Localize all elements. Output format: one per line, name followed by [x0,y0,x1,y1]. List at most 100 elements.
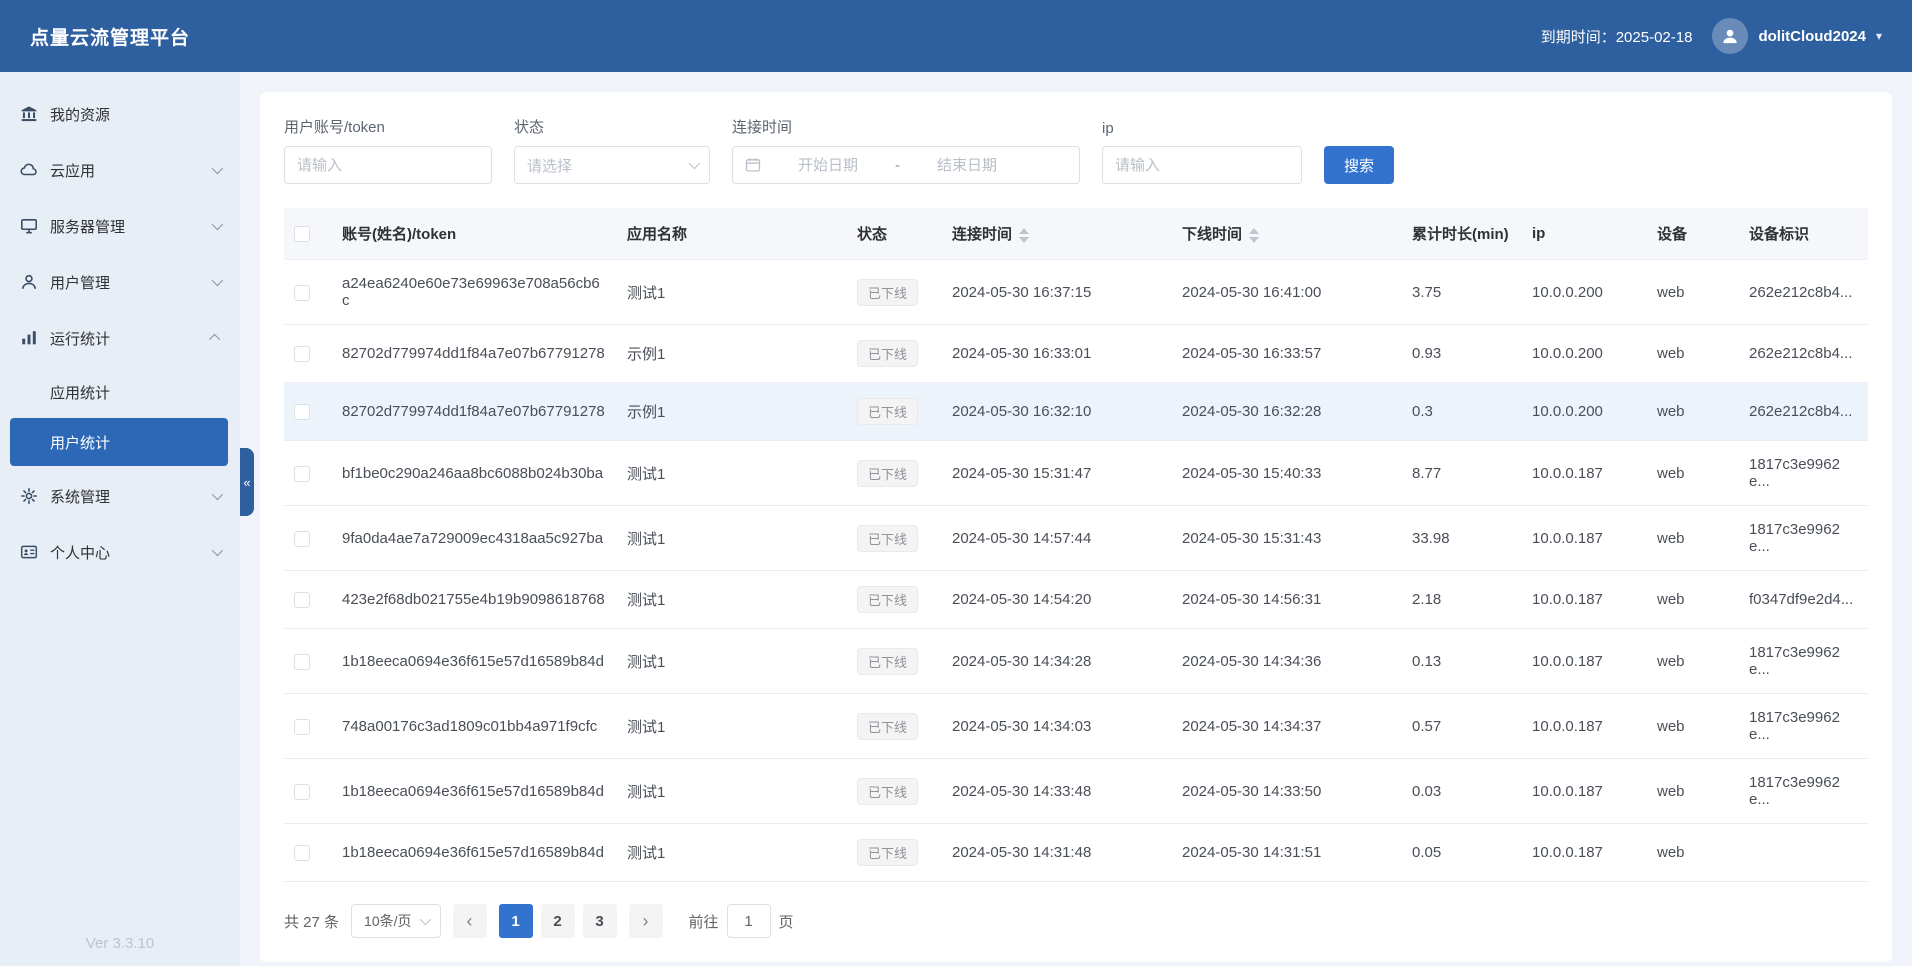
cell-ip: 10.0.0.187 [1522,758,1647,824]
cell-offline-time: 2024-05-30 14:33:50 [1172,758,1402,824]
sort-icon[interactable] [1019,227,1030,243]
cell-device-id: 262e212c8b4... [1739,324,1868,383]
col-header-connect-time[interactable]: 连接时间 [942,208,1172,260]
row-checkbox[interactable] [294,404,310,421]
col-header-ip: ip [1522,208,1647,260]
col-header-offline-time[interactable]: 下线时间 [1172,208,1402,260]
status-badge: 已下线 [857,278,919,306]
status-badge: 已下线 [857,459,919,487]
goto-label: 前往 [688,913,719,931]
row-checkbox[interactable] [294,592,310,609]
cell-device-id: 1817c3e9962e... [1739,758,1868,824]
cell-connect-time: 2024-05-30 16:37:15 [942,259,1172,325]
cell-device: web [1647,570,1739,629]
table-row: 1b18eeca0694e36f615e57d16589b84d 测试1 已下线 20… [284,758,1868,824]
cell-ip: 10.0.0.187 [1522,570,1647,629]
ip-input[interactable] [1102,146,1302,184]
sidebar-item-server-management[interactable]: 服务器管理 [0,198,240,254]
page-button[interactable]: 1 [498,904,533,938]
start-date-input[interactable] [769,156,887,174]
ip-filter-label: ip [1102,120,1114,137]
row-checkbox[interactable] [294,783,310,800]
cell-token: 1b18eeca0694e36f615e57d16589b84d [332,758,617,824]
sidebar-subitem-user-statistics[interactable]: 用户统计 [10,418,228,466]
pager-pages: 123 [498,904,617,938]
cell-ip: 10.0.0.200 [1522,259,1647,325]
chevron-down-icon [211,274,224,287]
cell-duration: 0.57 [1402,693,1522,759]
date-range-picker[interactable]: - [732,146,1080,184]
cell-ip: 10.0.0.187 [1522,505,1647,571]
cell-offline-time: 2024-05-30 14:56:31 [1172,570,1402,629]
table-row: bf1be0c290a246aa8bc6088b024b30ba 测试1 已下线 20… [284,440,1868,506]
page-size-select[interactable]: 10条/页 [351,904,441,938]
cell-device-id: 1817c3e9962e... [1739,628,1868,694]
sidebar-subitem-app-statistics[interactable]: 应用统计 [10,368,228,416]
status-badge: 已下线 [857,839,919,866]
next-page-button[interactable]: › [628,904,663,938]
end-date-input[interactable] [908,156,1026,174]
page-button[interactable]: 3 [582,904,617,938]
col-header-device-id: 设备标识 [1739,208,1868,260]
page-button[interactable]: 2 [540,904,575,938]
table-row: 82702d779974dd1f84a7e07b67791278 示例1 已下线 20… [284,382,1868,441]
select-all-cell [284,208,332,260]
goto-page-input[interactable] [726,904,771,938]
row-checkbox[interactable] [294,346,310,363]
row-checkbox[interactable] [294,530,310,547]
cell-duration: 33.98 [1402,505,1522,571]
sidebar-item-cloud-apps[interactable]: 云应用 [0,142,240,198]
row-checkbox[interactable] [294,845,310,862]
cell-device: web [1647,693,1739,759]
cell-offline-time: 2024-05-30 14:34:36 [1172,628,1402,694]
cell-connect-time: 2024-05-30 14:34:03 [942,693,1172,759]
sidebar-item-run-statistics[interactable]: 运行统计 [0,310,240,366]
cell-token: a24ea6240e60e73e69963e708a56cb6c [332,259,617,325]
prev-page-button[interactable]: ‹ [452,904,487,938]
row-checkbox[interactable] [294,284,310,301]
account-input[interactable] [284,146,492,184]
sidebar-item-personal-center[interactable]: 个人中心 [0,524,240,580]
row-checkbox[interactable] [294,718,310,735]
sidebar-item-user-management[interactable]: 用户管理 [0,254,240,310]
sidebar-item-label: 云应用 [50,162,96,180]
user-menu[interactable]: dolitCloud2024 ▾ [1712,18,1882,54]
col-header-device: 设备 [1647,208,1739,260]
status-select[interactable]: 请选择 [514,146,710,184]
table-row: 748a00176c3ad1809c01bb4a971f9cfc 测试1 已下线 20… [284,693,1868,759]
row-checkbox[interactable] [294,653,310,670]
cell-device: web [1647,823,1739,882]
cell-device-id: 262e212c8b4... [1739,259,1868,325]
row-checkbox[interactable] [294,465,310,482]
cell-device: web [1647,628,1739,694]
cell-duration: 2.18 [1402,570,1522,629]
cell-status: 已下线 [847,259,942,325]
sort-icon[interactable] [1249,227,1260,243]
table-row: 1b18eeca0694e36f615e57d16589b84d 测试1 已下线 20… [284,628,1868,694]
cell-checkbox [284,259,332,325]
table-header-row: 账号(姓名)/token 应用名称 状态 连接时间 下线时间 累计时长(min)… [284,208,1868,260]
sidebar-item-system-management[interactable]: 系统管理 [0,468,240,524]
cell-app-name: 测试1 [617,440,847,506]
cell-device-id: 262e212c8b4... [1739,382,1868,441]
cell-checkbox [284,505,332,571]
cell-status: 已下线 [847,693,942,759]
cell-device: web [1647,382,1739,441]
status-select-placeholder: 请选择 [527,157,573,175]
select-all-checkbox[interactable] [294,226,310,243]
sidebar-item-my-resources[interactable]: 我的资源 [0,86,240,142]
sidebar-item-label: 服务器管理 [50,218,126,236]
cell-device: web [1647,324,1739,383]
cell-connect-time: 2024-05-30 14:57:44 [942,505,1172,571]
search-button[interactable]: 搜索 [1324,146,1395,184]
cell-checkbox [284,570,332,629]
chevron-down-icon [211,488,224,501]
sidebar-collapse-handle[interactable]: « [240,448,254,516]
chevron-down-icon: ▾ [1875,29,1882,43]
main-content: 用户账号/token 状态 请选择 连接时间 - [240,72,1912,966]
cell-duration: 0.05 [1402,823,1522,882]
user-icon [20,273,38,291]
cell-connect-time: 2024-05-30 14:34:28 [942,628,1172,694]
cell-duration: 0.93 [1402,324,1522,383]
cell-offline-time: 2024-05-30 16:32:28 [1172,382,1402,441]
